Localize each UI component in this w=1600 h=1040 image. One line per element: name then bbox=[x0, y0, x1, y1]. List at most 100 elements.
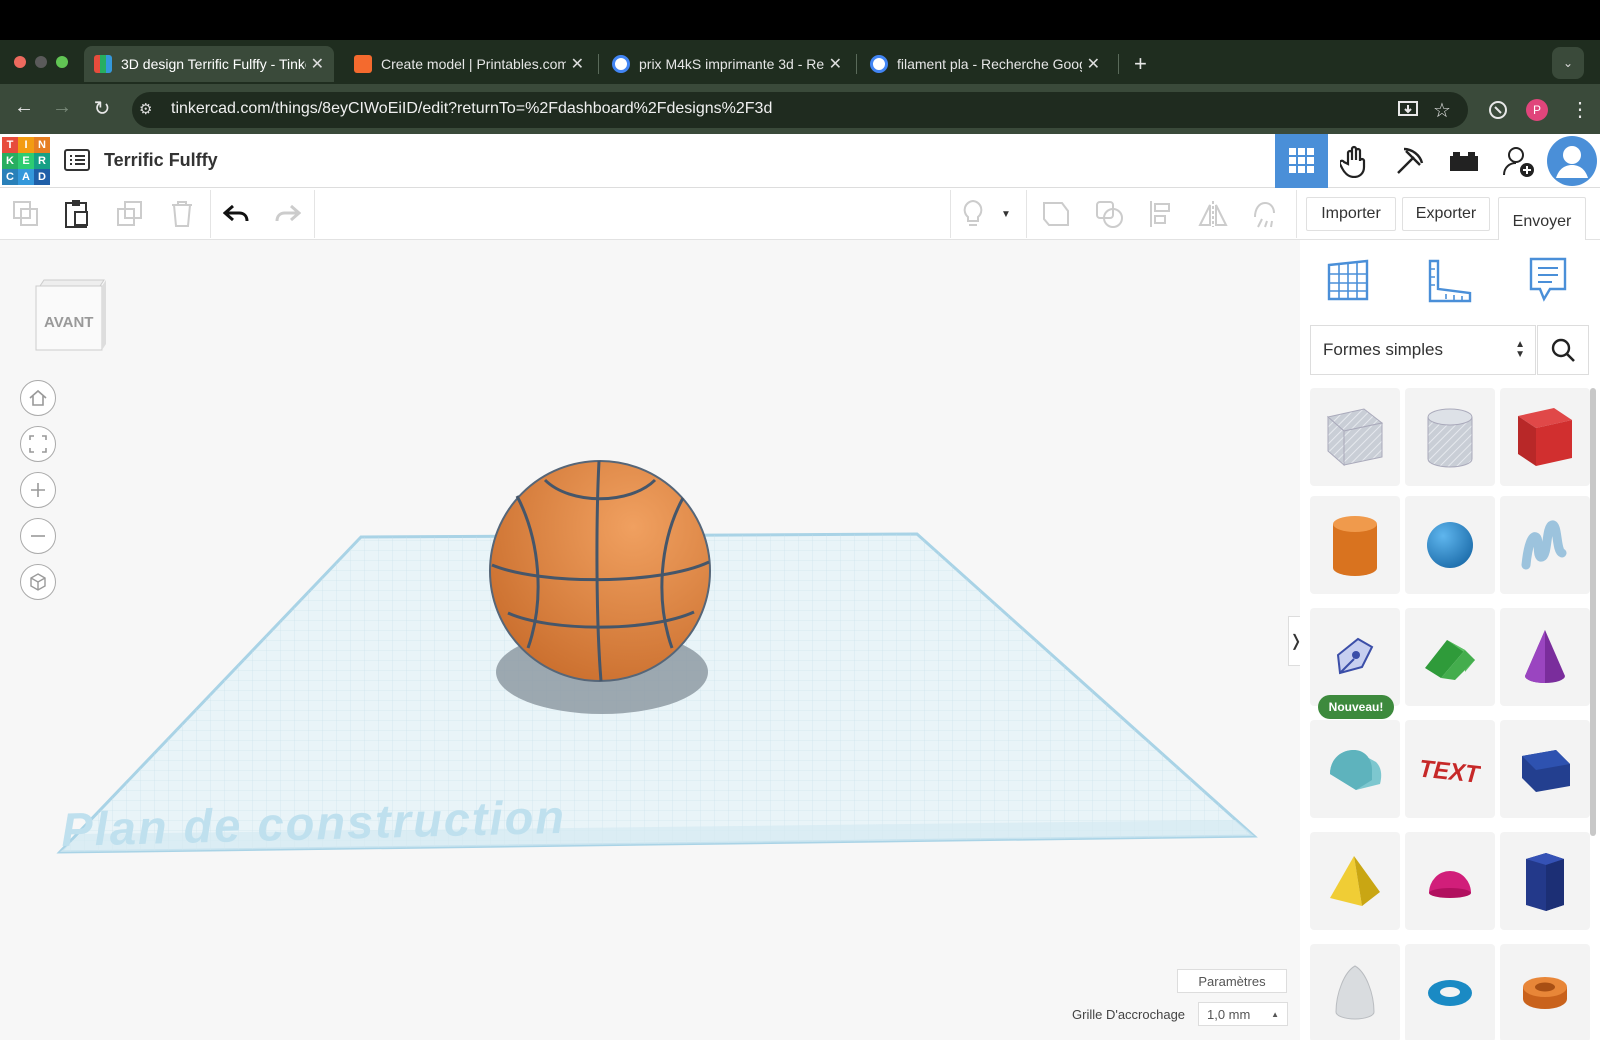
invite-user-button[interactable] bbox=[1491, 134, 1544, 188]
close-tab-icon[interactable]: ✕ bbox=[571, 54, 584, 74]
round-roof-icon bbox=[1330, 750, 1382, 790]
logo-letter: I bbox=[18, 137, 34, 153]
caret-down-icon: ▼ bbox=[1001, 208, 1011, 220]
back-arrow-icon[interactable]: ← bbox=[12, 96, 36, 119]
align-button[interactable] bbox=[1146, 198, 1178, 230]
lightbulb-icon bbox=[963, 199, 983, 226]
bricks-button[interactable] bbox=[1437, 134, 1490, 188]
shape-tile-polygon[interactable] bbox=[1500, 832, 1590, 930]
close-tab-icon[interactable]: ✕ bbox=[311, 54, 324, 74]
view-cube[interactable]: AVANT bbox=[34, 276, 106, 352]
chevron-down-icon: ⌄ bbox=[1562, 56, 1574, 70]
shape-tile-half-sphere[interactable] bbox=[1405, 832, 1495, 930]
shape-search-button[interactable] bbox=[1537, 325, 1589, 375]
tab-printables[interactable]: Create model | Printables.com ✕ bbox=[344, 46, 594, 82]
new-tab-button[interactable]: + bbox=[1124, 46, 1154, 82]
codeblocks-button[interactable] bbox=[1383, 134, 1436, 188]
shape-tile-cylinder[interactable] bbox=[1310, 496, 1400, 594]
project-title[interactable]: Terrific Fulffy bbox=[104, 150, 218, 171]
tinkercad-logo[interactable]: T I N K E R C A D bbox=[2, 137, 50, 185]
import-button[interactable]: Importer bbox=[1306, 197, 1396, 231]
export-button[interactable]: Exporter bbox=[1402, 197, 1490, 231]
ungroup-button[interactable] bbox=[1093, 198, 1125, 230]
maximize-window-button[interactable] bbox=[56, 56, 68, 68]
fit-view-button[interactable] bbox=[20, 426, 56, 462]
shape-tile-text[interactable]: TEXT bbox=[1405, 720, 1495, 818]
ruler-tool-button[interactable] bbox=[1424, 254, 1476, 306]
copy-icon bbox=[13, 201, 38, 226]
show-all-button[interactable] bbox=[957, 198, 989, 230]
tab-tinkercad[interactable]: 3D design Terrific Fulffy - Tinkercad ✕ bbox=[84, 46, 334, 82]
zoom-out-button[interactable] bbox=[20, 518, 56, 554]
toolbar-divider bbox=[210, 190, 211, 238]
undo-button[interactable] bbox=[220, 198, 252, 230]
delete-button[interactable] bbox=[166, 198, 198, 230]
box-icon bbox=[1518, 408, 1572, 466]
notes-tool-button[interactable] bbox=[1522, 254, 1574, 306]
forward-arrow-icon[interactable]: → bbox=[50, 96, 74, 119]
shape-tile-pyramid[interactable] bbox=[1310, 832, 1400, 930]
minimize-window-button[interactable] bbox=[35, 56, 47, 68]
shape-tile-cone[interactable] bbox=[1500, 608, 1590, 706]
3d-view-button[interactable] bbox=[1275, 134, 1328, 188]
note-icon bbox=[1529, 257, 1567, 302]
user-avatar[interactable] bbox=[1545, 134, 1598, 188]
cylinder-hole-icon bbox=[1427, 408, 1473, 468]
install-app-icon[interactable] bbox=[1397, 99, 1419, 121]
cruise-button[interactable] bbox=[1248, 198, 1280, 230]
shape-tile-scribble[interactable] bbox=[1500, 496, 1590, 594]
redo-icon bbox=[275, 204, 301, 222]
close-tab-icon[interactable]: ✕ bbox=[1087, 54, 1100, 74]
show-all-dropdown[interactable]: ▼ bbox=[995, 198, 1017, 230]
google-favicon-icon bbox=[612, 55, 630, 73]
redo-button[interactable] bbox=[272, 198, 304, 230]
panel-scrollbar[interactable] bbox=[1590, 388, 1596, 836]
settings-button[interactable]: Paramètres bbox=[1177, 969, 1287, 993]
logo-letter: N bbox=[34, 137, 50, 153]
tab-title: Create model | Printables.com bbox=[381, 56, 566, 72]
shape-tile-paraboloid[interactable] bbox=[1310, 944, 1400, 1040]
profile-avatar[interactable]: P bbox=[1526, 99, 1548, 121]
close-tab-icon[interactable]: ✕ bbox=[829, 54, 842, 74]
tab-search-button[interactable]: ⌄ bbox=[1552, 47, 1584, 79]
projection-button[interactable] bbox=[20, 564, 56, 600]
workplane[interactable] bbox=[0, 240, 1290, 1040]
extensions-icon[interactable] bbox=[1487, 99, 1509, 121]
shape-tile-wedge[interactable] bbox=[1500, 720, 1590, 818]
shape-tile-box[interactable] bbox=[1500, 388, 1590, 486]
design-list-icon[interactable] bbox=[64, 149, 90, 171]
snap-grid-value: 1,0 mm bbox=[1207, 1006, 1251, 1022]
close-window-button[interactable] bbox=[14, 56, 26, 68]
wedge-icon bbox=[1522, 750, 1570, 792]
shape-tile-cylinder-hole[interactable] bbox=[1405, 388, 1495, 486]
mirror-button[interactable] bbox=[1197, 198, 1229, 230]
site-settings-icon[interactable]: ⚙ bbox=[139, 100, 159, 120]
copy-button[interactable] bbox=[10, 198, 42, 230]
reload-icon[interactable]: ↻ bbox=[90, 96, 114, 121]
browser-menu-icon[interactable]: ⋮ bbox=[1570, 97, 1590, 122]
zoom-in-button[interactable] bbox=[20, 472, 56, 508]
shape-tile-shape-generator[interactable] bbox=[1310, 608, 1400, 706]
shape-tile-sphere[interactable] bbox=[1405, 496, 1495, 594]
snap-grid-select[interactable]: 1,0 mm ▲ bbox=[1198, 1002, 1288, 1026]
plus-icon bbox=[31, 483, 45, 497]
shape-tile-tube[interactable] bbox=[1500, 944, 1590, 1040]
shape-tile-box-hole[interactable] bbox=[1310, 388, 1400, 486]
logo-letter: A bbox=[18, 169, 34, 185]
group-button[interactable] bbox=[1040, 198, 1072, 230]
home-view-button[interactable] bbox=[20, 380, 56, 416]
paste-button[interactable] bbox=[61, 198, 93, 230]
bookmark-star-icon[interactable]: ☆ bbox=[1433, 98, 1451, 123]
shape-tile-round-roof[interactable] bbox=[1310, 720, 1400, 818]
duplicate-button[interactable] bbox=[114, 198, 146, 230]
tab-google-prix[interactable]: prix M4kS imprimante 3d - Recherche Goog… bbox=[602, 46, 852, 82]
blocks-button[interactable] bbox=[1329, 134, 1382, 188]
minus-icon bbox=[31, 535, 45, 537]
tab-google-filament[interactable]: filament pla - Recherche Google ✕ bbox=[860, 46, 1110, 82]
scribble-icon bbox=[1521, 520, 1567, 570]
shape-tile-roof[interactable] bbox=[1405, 608, 1495, 706]
workplane-tool-button[interactable] bbox=[1322, 254, 1374, 306]
shape-category-select[interactable]: Formes simples ▲ ▼ bbox=[1310, 325, 1536, 375]
tab-title: 3D design Terrific Fulffy - Tinkercad bbox=[121, 56, 306, 72]
shape-tile-torus[interactable] bbox=[1405, 944, 1495, 1040]
